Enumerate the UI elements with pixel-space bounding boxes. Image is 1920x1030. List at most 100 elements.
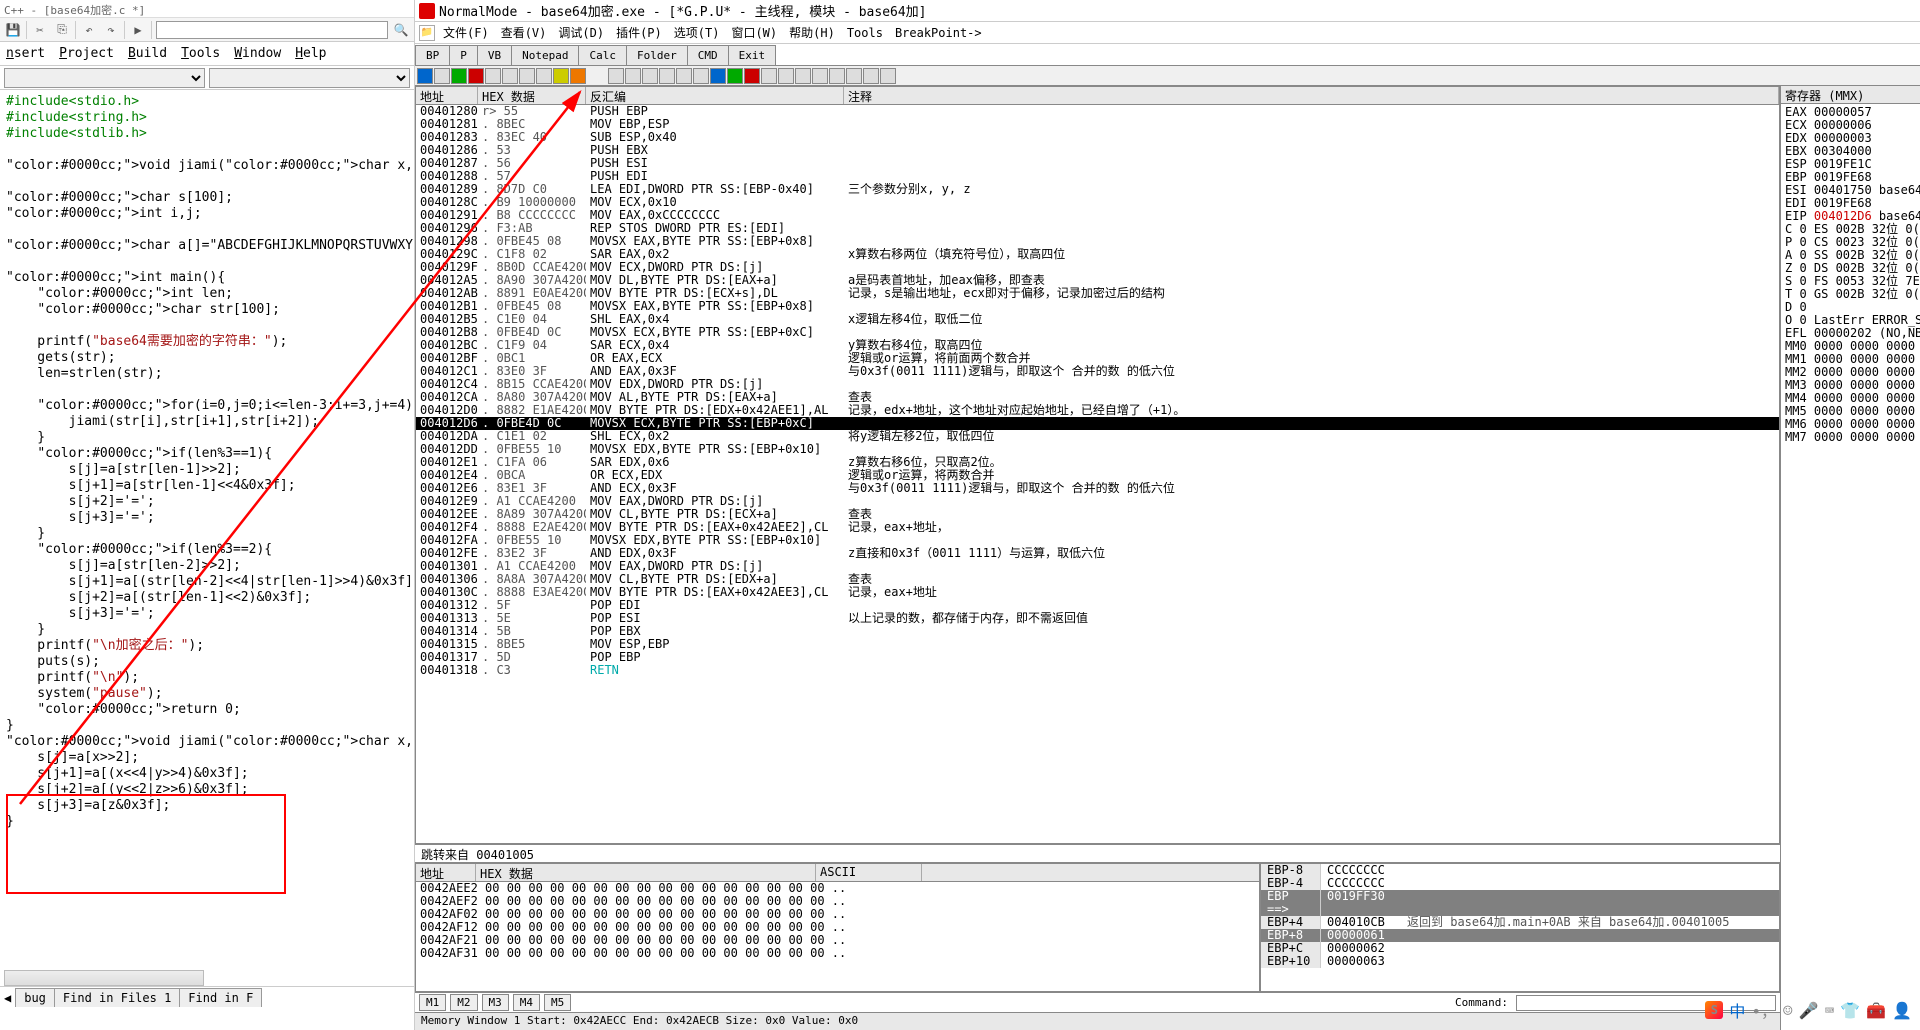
disasm-row[interactable]: 00401286. 53PUSH EBX xyxy=(416,144,1779,157)
registers-pane[interactable]: 寄存器 (MMX) EAX 00000057ECX 00000006EDX 00… xyxy=(1780,86,1920,1030)
menu-tools[interactable]: Tools xyxy=(181,46,220,61)
dbg-tab[interactable]: Folder xyxy=(626,45,688,65)
log-icon[interactable] xyxy=(608,68,624,84)
disasm-row[interactable]: 00401318. C3RETN xyxy=(416,664,1779,677)
ime-voice[interactable]: 🎤 xyxy=(1799,1001,1819,1020)
disasm-row[interactable]: 004012DD. 0FBE55 10MOVSX EDX,BYTE PTR SS… xyxy=(416,443,1779,456)
disasm-row[interactable]: 004012B5. C1E0 04SHL EAX,0x4x逻辑左移4位，取低二位 xyxy=(416,313,1779,326)
disasm-row[interactable]: 00401315. 8BE5MOV ESP,EBP xyxy=(416,638,1779,651)
dbg-tab[interactable]: Notepad xyxy=(511,45,579,65)
disasm-row[interactable]: 00401281. 8BECMOV EBP,ESP xyxy=(416,118,1779,131)
threads-icon[interactable] xyxy=(659,68,675,84)
handles-icon[interactable] xyxy=(693,68,709,84)
run-icon[interactable]: ▶ xyxy=(129,21,147,39)
stack-row[interactable]: EBP ==>0019FF30 xyxy=(1261,890,1779,916)
stack-row[interactable]: EBP+1000000063 xyxy=(1261,955,1779,968)
find-icon[interactable]: 🔍 xyxy=(392,21,410,39)
cpu-icon[interactable] xyxy=(710,68,726,84)
options-icon[interactable] xyxy=(795,68,811,84)
dbg-menu-item[interactable]: 插件(P) xyxy=(612,24,666,41)
ime-person[interactable]: 👤 xyxy=(1892,1001,1912,1020)
disasm-row[interactable]: 00401289. 8D7D C0LEA EDI,DWORD PTR SS:[E… xyxy=(416,183,1779,196)
disasm-row[interactable]: 004012FE. 83E2 3FAND EDX,0x3Fz直接和0x3f（00… xyxy=(416,547,1779,560)
disasm-row[interactable]: 004012E6. 83E1 3FAND ECX,0x3F与0x3f(0011 … xyxy=(416,482,1779,495)
redo-icon[interactable]: ↷ xyxy=(102,21,120,39)
disasm-row[interactable]: 004012E9. A1 CCAE4200MOV EAX,DWORD PTR D… xyxy=(416,495,1779,508)
dbg-menu-item[interactable]: BreakPoint-> xyxy=(891,26,986,40)
disasm-row[interactable]: 00401291. B8 CCCCCCCCMOV EAX,0xCCCCCCCC xyxy=(416,209,1779,222)
disasm-row[interactable]: 004012BC. C1F9 04SAR ECX,0x4y算数右移4位，取高四位 xyxy=(416,339,1779,352)
ime-emoji[interactable]: ☺ xyxy=(1783,1001,1793,1020)
dbg-tab[interactable]: VB xyxy=(477,45,512,65)
disasm-row[interactable]: 004012F4. 8888 E2AE4200MOV BYTE PTR DS:[… xyxy=(416,521,1779,534)
disasm-row[interactable]: 004012EE. 8A89 307A4200MOV CL,BYTE PTR D… xyxy=(416,508,1779,521)
register-row[interactable]: MM7 0000 0000 0000 00 xyxy=(1785,431,1916,444)
find-combo[interactable] xyxy=(156,21,388,39)
pause-icon[interactable] xyxy=(468,68,484,84)
disasm-row[interactable]: 004012C4. 8B15 CCAE4200MOV EDX,DWORD PTR… xyxy=(416,378,1779,391)
about-icon[interactable] xyxy=(829,68,845,84)
save-icon[interactable]: 💾 xyxy=(4,21,22,39)
search-icon[interactable] xyxy=(778,68,794,84)
menu-build[interactable]: Build xyxy=(128,46,167,61)
disasm-row[interactable]: 004012D6. 0FBE4D 0CMOVSX ECX,BYTE PTR SS… xyxy=(416,417,1779,430)
sogou-icon[interactable]: S xyxy=(1705,1001,1723,1019)
dbg-menu-item[interactable]: 帮助(H) xyxy=(785,24,839,41)
ime-punct[interactable]: •， xyxy=(1751,998,1777,1022)
ime-lang[interactable]: 中 xyxy=(1729,998,1745,1022)
help-icon[interactable] xyxy=(812,68,828,84)
trace-icon[interactable] xyxy=(553,68,569,84)
dbg-tab[interactable]: P xyxy=(449,45,478,65)
dbg-menu-item[interactable]: 文件(F) xyxy=(439,24,493,41)
menu-help[interactable]: Help xyxy=(295,46,326,61)
disasm-row[interactable]: 0040130C. 8888 E3AE4200MOV BYTE PTR DS:[… xyxy=(416,586,1779,599)
modules-icon[interactable] xyxy=(625,68,641,84)
extra3-icon[interactable] xyxy=(880,68,896,84)
menu-nsert[interactable]: nsert xyxy=(6,46,45,61)
refs-icon[interactable] xyxy=(761,68,777,84)
copy-icon[interactable]: ⎘ xyxy=(53,21,71,39)
disasm-row[interactable]: 00401296. F3:ABREP STOS DWORD PTR ES:[ED… xyxy=(416,222,1779,235)
undo-icon[interactable]: ↶ xyxy=(80,21,98,39)
dbg-menu-item[interactable]: 选项(T) xyxy=(670,24,724,41)
dbg-menu-item[interactable]: 窗口(W) xyxy=(727,24,781,41)
disasm-row[interactable]: 00401317. 5DPOP EBP xyxy=(416,651,1779,664)
disasm-row[interactable]: 00401312. 5FPOP EDI xyxy=(416,599,1779,612)
disasm-row[interactable]: 004012D0. 8882 E1AE4200MOV BYTE PTR DS:[… xyxy=(416,404,1779,417)
memory-icon[interactable] xyxy=(642,68,658,84)
disasm-row[interactable]: 00401283. 83EC 40SUB ESP,0x40 xyxy=(416,131,1779,144)
dbg-menu-item[interactable]: 查看(V) xyxy=(497,24,551,41)
stack-view[interactable]: EBP-8CCCCCCCCEBP-4CCCCCCCCEBP ==>0019FF3… xyxy=(1260,863,1780,992)
disasm-row[interactable]: 0040129C. C1F8 02SAR EAX,0x2x算数右移两位（填充符号… xyxy=(416,248,1779,261)
extra2-icon[interactable] xyxy=(863,68,879,84)
dbg-tab[interactable]: Exit xyxy=(728,45,777,65)
disasm-row[interactable]: 00401280r> 55PUSH EBP xyxy=(416,105,1779,118)
output-tab[interactable]: Find in F xyxy=(179,988,262,1007)
step-over-icon[interactable] xyxy=(502,68,518,84)
step-out-icon[interactable] xyxy=(519,68,535,84)
disasm-row[interactable]: 004012E4. 0BCAOR ECX,EDX逻辑或or运算，将两数合并 xyxy=(416,469,1779,482)
hscroll[interactable] xyxy=(4,970,204,986)
disassembly-view[interactable]: 地址 HEX 数据 反汇编 注释 00401280r> 55PUSH EBP00… xyxy=(415,86,1780,844)
disasm-row[interactable]: 00401287. 56PUSH ESI xyxy=(416,157,1779,170)
dbg-tab[interactable]: CMD xyxy=(687,45,729,65)
disasm-row[interactable]: 00401288. 57PUSH EDI xyxy=(416,170,1779,183)
disasm-row[interactable]: 004012A5. 8A90 307A4200MOV DL,BYTE PTR D… xyxy=(416,274,1779,287)
mem-tab[interactable]: M5 xyxy=(544,994,571,1011)
disasm-row[interactable]: 004012BF. 0BC1OR EAX,ECX逻辑或or运算，将前面两个数合并 xyxy=(416,352,1779,365)
disasm-row[interactable]: 00401314. 5BPOP EBX xyxy=(416,625,1779,638)
disasm-row[interactable]: 004012B8. 0FBE4D 0CMOVSX ECX,BYTE PTR SS… xyxy=(416,326,1779,339)
menu-project[interactable]: Project xyxy=(59,46,114,61)
disasm-row[interactable]: 00401313. 5EPOP ESI以上记录的数，都存储于内存，即不需返回值 xyxy=(416,612,1779,625)
windows-icon[interactable] xyxy=(676,68,692,84)
disasm-row[interactable]: 004012E1. C1FA 06SAR EDX,0x6z算数右移6位，只取高2… xyxy=(416,456,1779,469)
output-tab[interactable]: Find in Files 1 xyxy=(54,988,180,1007)
code-editor[interactable]: #include<stdio.h> #include<string.h> #in… xyxy=(0,90,414,910)
ime-toolbox[interactable]: 🧰 xyxy=(1866,1001,1886,1020)
disasm-row[interactable]: 004012B1. 0FBE45 08MOVSX EAX,BYTE PTR SS… xyxy=(416,300,1779,313)
mem-tab[interactable]: M2 xyxy=(450,994,477,1011)
menu-window[interactable]: Window xyxy=(234,46,281,61)
cut-icon[interactable]: ✂ xyxy=(31,21,49,39)
restart-icon[interactable] xyxy=(417,68,433,84)
disasm-row[interactable]: 004012C1. 83E0 3FAND EAX,0x3F与0x3f(0011 … xyxy=(416,365,1779,378)
